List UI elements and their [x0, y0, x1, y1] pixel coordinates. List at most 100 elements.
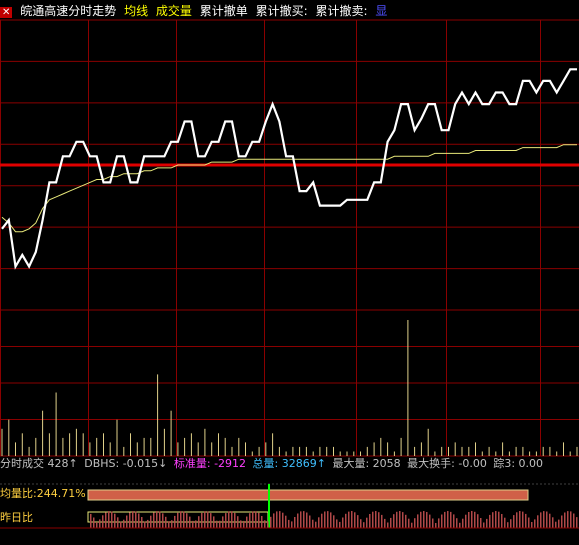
volume-bar	[441, 446, 443, 456]
ratio-history-bar	[96, 522, 98, 528]
volume-bar	[448, 446, 449, 456]
ratio-history-bar	[411, 522, 413, 528]
ratio-history-bar	[318, 517, 320, 528]
ratio-history-bar	[135, 511, 137, 528]
ratio-history-bar	[531, 522, 533, 528]
ratio-history-bar	[573, 513, 575, 528]
volume-bar	[211, 442, 213, 456]
ratio-history-bar	[216, 520, 218, 528]
prev-day-ratio-label: 昨日比	[0, 511, 33, 524]
volume-bar	[502, 442, 504, 456]
ratio-history-bar	[492, 512, 494, 528]
ratio-history-bar	[183, 511, 185, 528]
volume-bar	[563, 442, 564, 456]
cum-cancel-sell-label: 累计撤卖:	[315, 4, 368, 18]
ratio-history-bar	[471, 511, 473, 528]
ratio-history-bar	[384, 518, 386, 528]
ratio-history-bar	[138, 513, 140, 528]
volume-bar	[35, 437, 37, 456]
show-toggle-badge[interactable]: 显	[375, 4, 387, 18]
ratio-history-bar	[228, 511, 230, 528]
volume-bar	[42, 410, 44, 456]
ratio-history-bar	[279, 511, 281, 528]
volume-bar	[515, 446, 517, 456]
ratio-history-bar	[438, 518, 440, 528]
volume-bar	[258, 446, 260, 456]
max-turnover-stat: 最大换手: -0.00	[407, 457, 487, 470]
ratio-history-bar	[210, 513, 212, 528]
ratio-history-bar	[441, 514, 443, 528]
close-icon[interactable]: ✕	[0, 7, 13, 18]
ratio-history-bar	[486, 518, 488, 528]
ratio-history-bar	[114, 513, 116, 528]
ratio-history-bar	[132, 511, 134, 528]
ratio-history-bar	[501, 514, 503, 528]
volume-label: 成交量	[155, 4, 192, 18]
ratio-history-bar	[252, 511, 254, 528]
volume-ratio-bar	[87, 489, 529, 501]
volume-bar	[461, 446, 463, 456]
ratio-history-bar	[246, 516, 248, 528]
ratio-history-bar	[570, 511, 572, 528]
ratio-history-bar	[351, 511, 353, 528]
volume-bar	[157, 374, 159, 456]
ratio-history-bar	[168, 521, 170, 528]
volume-bar	[8, 419, 10, 456]
ratio-history-bar	[480, 518, 482, 528]
volume-bar	[326, 446, 328, 456]
ratio-history-bar	[333, 515, 335, 528]
volume-bar	[245, 442, 246, 456]
ratio-history-bar	[468, 512, 470, 528]
volume-bar	[292, 446, 294, 456]
ratio-history-bar	[345, 513, 347, 528]
ratio-history-bar	[444, 511, 446, 528]
ratio-history-bar	[342, 517, 344, 528]
ratio-history-bar	[324, 511, 326, 528]
volume-bar	[197, 442, 199, 456]
ratio-history-bar	[198, 516, 200, 528]
ratio-history-bar	[399, 511, 401, 528]
volume-bar	[190, 433, 192, 456]
ratio-history-bar	[123, 519, 125, 528]
ratio-history-bar	[435, 523, 437, 528]
ratio-history-bar	[243, 520, 245, 528]
ratio-history-bar	[264, 520, 266, 528]
ratio-history-bar	[561, 515, 563, 528]
ratio-history-bar	[402, 512, 404, 528]
volume-bar	[218, 433, 219, 456]
ratio-history-bar	[408, 518, 410, 528]
ratio-history-bar	[447, 511, 449, 528]
ratio-history-bar	[336, 519, 338, 528]
ratio-history-bar	[426, 512, 428, 528]
volume-bar	[204, 428, 206, 456]
volume-bar	[420, 442, 422, 456]
ratio-history-bar	[219, 520, 221, 528]
ratio-history-bar	[126, 515, 128, 528]
volume-bar	[103, 433, 104, 456]
volume-bar	[373, 442, 375, 456]
volume-ratio-label: 均量比:244.71%	[0, 487, 86, 500]
ratio-history-bar	[159, 511, 161, 528]
ratio-history-bar	[540, 512, 542, 528]
ratio-history-bar	[459, 522, 461, 528]
ratio-history-bar	[507, 522, 509, 528]
volume-bar	[130, 433, 131, 456]
volume-bar	[224, 437, 226, 456]
ratio-history-bar	[525, 513, 527, 528]
volume-bar	[556, 451, 558, 456]
volume-bar	[366, 446, 368, 456]
ratio-history-bar	[108, 511, 110, 528]
ratio-history-bar	[300, 511, 302, 528]
ratio-history-bar	[225, 513, 227, 528]
ratio-history-bar	[105, 512, 107, 528]
ratio-history-bar	[327, 511, 329, 528]
ratio-history-bar	[456, 518, 458, 528]
ratio-history-bar	[528, 517, 530, 528]
ratio-history-bar	[450, 511, 452, 528]
ratio-history-bar	[147, 519, 149, 528]
ratio-history-bar	[477, 514, 479, 528]
ratio-history-bar	[288, 519, 290, 528]
ratio-history-bar	[513, 515, 515, 528]
ratio-history-bar	[417, 514, 419, 528]
volume-bar	[143, 437, 145, 456]
